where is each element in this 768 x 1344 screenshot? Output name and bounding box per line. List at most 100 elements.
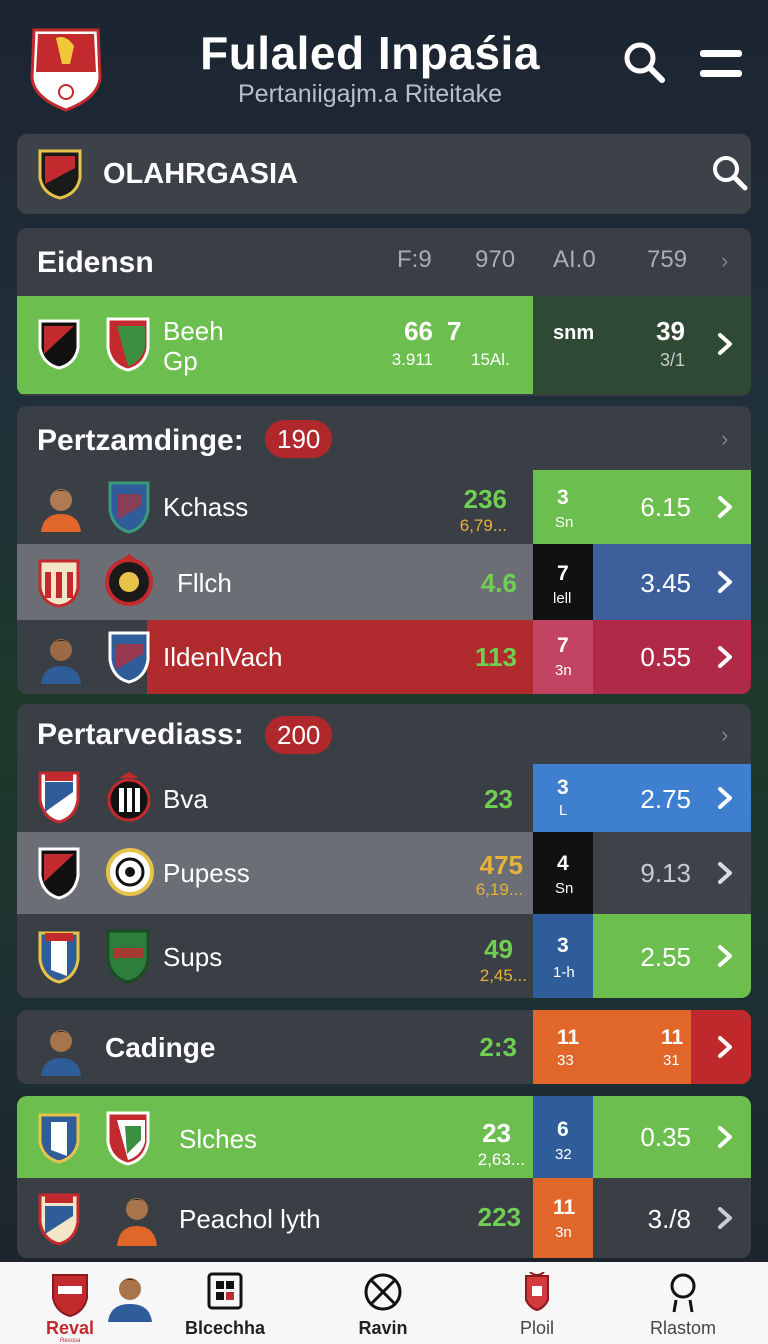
market-top: 4 (557, 852, 569, 875)
match-row[interactable]: Sups 49 2,45... 3 1-h 2.55 (17, 914, 751, 998)
market-top: 3 (557, 934, 569, 957)
player-avatar (108, 1278, 152, 1322)
market-top: 6 (557, 1118, 569, 1141)
stat-sub: 3.911 (391, 350, 433, 369)
chevron-right-icon[interactable] (713, 332, 737, 356)
team-name: Sups (163, 942, 223, 972)
team-crest-icon (38, 149, 82, 200)
tab-ravin[interactable]: Ravin (328, 1262, 438, 1344)
stat-value: 475 (479, 850, 523, 880)
grid-icon (207, 1272, 243, 1310)
tab-label: Blcechha (184, 1318, 266, 1338)
search-bar[interactable]: OLAHRGASIA (17, 134, 751, 214)
match-row[interactable]: Slches 23 2,63... 6 32 0.35 (17, 1096, 751, 1178)
stat-value: 49 (484, 934, 513, 964)
team-crest-icon (107, 772, 151, 822)
column-header: 970 (475, 246, 516, 273)
stat-sub: 2,63... (477, 1150, 525, 1169)
trophy-icon (525, 1272, 549, 1312)
stat-sub: 2,45... (479, 966, 527, 985)
team-name: Pupess (163, 858, 250, 888)
chevron-right-icon[interactable] (713, 786, 737, 810)
chevron-right-icon[interactable]: › (721, 248, 728, 274)
team-crest-icon (105, 554, 153, 606)
chevron-right-icon[interactable] (713, 645, 737, 669)
team-crest-icon (38, 1193, 80, 1246)
market-bottom: lell (553, 590, 572, 607)
team-crest-icon (106, 317, 150, 372)
team-name: IldenlVach (163, 642, 283, 672)
odds-value: 3./8 (647, 1204, 691, 1234)
match-row[interactable]: Kchass 236 6,79... 3 Sn 6.15 (17, 470, 751, 544)
odds-value: 6.15 (640, 492, 691, 522)
match-row[interactable]: Pupess 475 6,19... 4 Sn 9.13 (17, 832, 751, 914)
team-crest-icon (38, 559, 80, 608)
player-avatar (41, 489, 81, 532)
menu-icon[interactable] (698, 44, 744, 84)
tab-label: Rlastom (649, 1318, 716, 1338)
featured-panel: Eidensn F:9 970 AI.0 759 › Beeh Gp 66 3.… (17, 228, 751, 396)
section-panel: Pertzamdinge: 190 › Kchass 236 6,79... 3… (17, 406, 751, 694)
app-title: Fulaled Inpaśia (200, 27, 540, 79)
search-label: OLAHRGASIA (103, 158, 298, 190)
odds-top: 11 (661, 1026, 684, 1049)
stat-value: 2:3 (479, 1032, 517, 1062)
chevron-right-icon[interactable] (713, 1125, 737, 1149)
team-crest-icon (108, 481, 150, 534)
market-top: 3 (557, 776, 569, 799)
stat-value: 23 (482, 1118, 511, 1148)
chevron-right-icon[interactable] (713, 861, 737, 885)
player-avatar (41, 1030, 81, 1076)
match-row[interactable]: Cadinge 2:3 11 33 11 31 (17, 1010, 751, 1084)
team-crest-icon (38, 847, 80, 900)
stat-value: 66 (404, 316, 433, 346)
market-top: 11 (557, 1026, 580, 1049)
team-name: Fllch (177, 568, 232, 598)
ball-icon (364, 1273, 402, 1311)
featured-heading: Eidensn (37, 246, 154, 279)
tab-blcechha[interactable]: Blcechha (170, 1262, 280, 1344)
search-icon[interactable] (709, 152, 751, 194)
stat-sub: 6,19... (475, 880, 523, 899)
section-heading: Pertzamdinge: (37, 424, 244, 457)
player-avatar (117, 1198, 157, 1246)
club-logo-icon (30, 28, 102, 112)
odds-value: 3.45 (640, 568, 691, 598)
chevron-right-icon[interactable]: › (721, 722, 728, 748)
match-row[interactable]: IldenlVach 113 7 3n 0.55 (17, 620, 751, 694)
stat-sub: 15Al. (471, 350, 510, 369)
market-top: 7 (557, 634, 569, 657)
odds-value: 39 (656, 316, 685, 346)
team-crest-icon (108, 631, 150, 684)
team-name: Peachol lyth (179, 1204, 321, 1234)
featured-row[interactable]: Beeh Gp 66 3.911 7 15Al. snm 39 3/1 (17, 296, 751, 394)
chevron-right-icon[interactable] (713, 570, 737, 594)
app-subtitle: Pertaniigajm.a Riteitake (237, 80, 502, 108)
market-bottom: 33 (557, 1052, 574, 1069)
odds-bottom: 31 (663, 1052, 680, 1069)
stat-value: 7 (447, 316, 462, 346)
tab-sublabel: Resosa (60, 1338, 81, 1344)
match-row[interactable]: Fllch 4.6 7 lell 3.45 (17, 544, 751, 620)
player-avatar (41, 639, 81, 684)
tab-ploil[interactable]: Ploil (482, 1262, 592, 1344)
column-header: 759 (647, 246, 688, 273)
section-panel: Pertarvediass: 200 › Bva 23 3 L 2.75 Pup… (17, 704, 751, 998)
chevron-right-icon[interactable] (713, 944, 737, 968)
chevron-right-icon[interactable] (713, 1035, 737, 1059)
crest-icon (52, 1274, 88, 1318)
odds-sub: 3/1 (659, 350, 685, 370)
section-heading: Pertarvediass: (37, 718, 244, 751)
chevron-right-icon[interactable]: › (721, 426, 728, 452)
team-name: Bva (163, 784, 208, 814)
search-icon[interactable] (620, 38, 668, 86)
chevron-right-icon[interactable] (713, 495, 737, 519)
chevron-right-icon[interactable] (713, 1206, 737, 1230)
tab-reval[interactable]: Reval Resosa (0, 1262, 170, 1344)
odds-value: 0.55 (640, 642, 691, 672)
stat-value: 4.6 (480, 568, 517, 598)
match-row[interactable]: Bva 23 3 L 2.75 (17, 764, 751, 832)
tab-rlastom[interactable]: Rlastom (628, 1262, 738, 1344)
match-row[interactable]: Peachol lyth 223 11 3n 3./8 (17, 1178, 751, 1258)
count-badge: 190 (265, 420, 333, 458)
